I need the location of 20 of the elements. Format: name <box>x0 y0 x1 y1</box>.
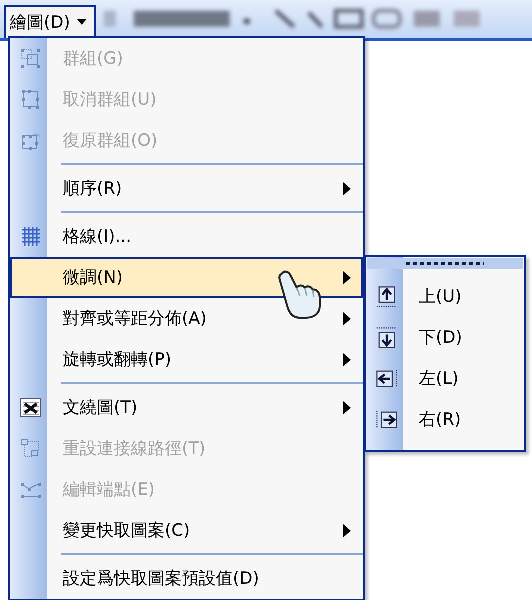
drawing-menu-button[interactable]: 繪圖(D) <box>4 4 96 38</box>
group-icon <box>18 46 42 70</box>
menu-item[interactable]: 設定爲快取圖案預設值(D) <box>10 558 363 599</box>
connector-icon <box>18 436 42 460</box>
menu-item[interactable]: 旋轉或翻轉(P) <box>10 339 363 380</box>
menu-item[interactable]: 微調(N) <box>10 257 363 298</box>
text-wrap-icon <box>18 396 42 420</box>
menu-item[interactable]: 文繞圖(T) <box>10 387 363 428</box>
menu-item[interactable]: 上(U) <box>366 276 524 317</box>
menu-item[interactable]: 下(D) <box>366 317 524 358</box>
menu-item[interactable]: 順序(R) <box>10 168 363 209</box>
nudge-down-icon <box>374 326 398 350</box>
drag-handle[interactable] <box>367 258 523 269</box>
menu-item[interactable]: 格線(I)... <box>10 216 363 257</box>
menu-item[interactable]: 左(L) <box>366 358 524 399</box>
menu-item[interactable]: 右(R) <box>366 399 524 440</box>
menu-item[interactable]: 變更快取圖案(C) <box>10 510 363 551</box>
hand-cursor-icon <box>276 268 324 320</box>
nudge-up-icon <box>374 284 398 308</box>
caret-icon <box>76 18 88 26</box>
